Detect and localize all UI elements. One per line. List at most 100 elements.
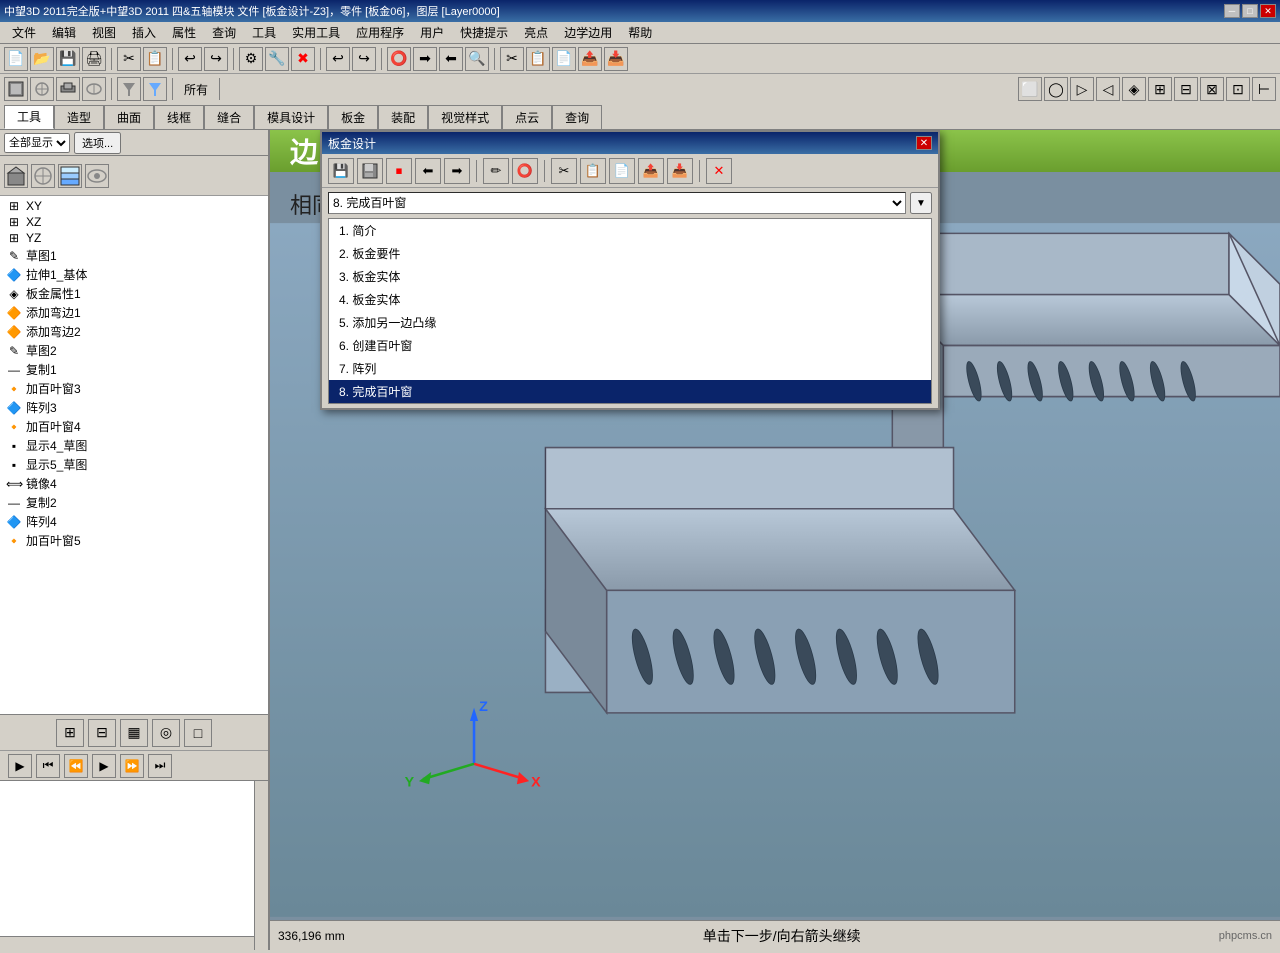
cut-button[interactable]: ✂ bbox=[117, 47, 141, 71]
tree-item-mirror4[interactable]: ⟺ 镜像4 bbox=[2, 474, 266, 493]
feat-btn2[interactable] bbox=[31, 164, 55, 188]
bj-fwd-btn[interactable]: ➡ bbox=[444, 158, 470, 184]
view-btn1[interactable] bbox=[4, 77, 28, 101]
menu-apps[interactable]: 应用程序 bbox=[348, 22, 412, 43]
tree-item-yz[interactable]: ⊞ YZ bbox=[2, 230, 266, 246]
menu-user[interactable]: 用户 bbox=[412, 22, 452, 43]
bj-close-btn2[interactable]: ✕ bbox=[706, 158, 732, 184]
tab-surface[interactable]: 曲面 bbox=[104, 105, 154, 129]
bj-copy-btn[interactable]: 📋 bbox=[580, 158, 606, 184]
settings-button[interactable]: ⚙ bbox=[239, 47, 263, 71]
panel-icon-btn2[interactable]: ⊟ bbox=[88, 719, 116, 747]
print-button[interactable]: 🖨 bbox=[82, 47, 106, 71]
redo2-button[interactable]: ↪ bbox=[352, 47, 376, 71]
tab-sheet[interactable]: 板金 bbox=[328, 105, 378, 129]
tree-item-bend1[interactable]: 🔶 添加弯边1 bbox=[2, 303, 266, 322]
display-filter-select[interactable]: 全部显示 bbox=[4, 133, 70, 153]
menu-query[interactable]: 查询 bbox=[204, 22, 244, 43]
prev-start-btn[interactable]: ⏮ bbox=[36, 754, 60, 778]
tree-item-louver3[interactable]: 🔸 加百叶窗3 bbox=[2, 379, 266, 398]
import-button[interactable]: 📥 bbox=[604, 47, 628, 71]
arrow-right-button[interactable]: ➡ bbox=[413, 47, 437, 71]
bj-cut-btn[interactable]: ✂ bbox=[551, 158, 577, 184]
tab-visual[interactable]: 视觉样式 bbox=[428, 105, 502, 129]
menu-utilities[interactable]: 实用工具 bbox=[284, 22, 348, 43]
bj-import-btn[interactable]: 📥 bbox=[667, 158, 693, 184]
scissors2-button[interactable]: ✂ bbox=[500, 47, 524, 71]
preview-hscrollbar[interactable] bbox=[0, 936, 254, 950]
banjin-item-4[interactable]: 4. 板金实体 bbox=[329, 288, 931, 311]
tree-item-xz[interactable]: ⊞ XZ bbox=[2, 214, 266, 230]
bj-save-btn[interactable]: 💾 bbox=[328, 158, 354, 184]
banjin-item-5[interactable]: 5. 添加另一边凸缘 bbox=[329, 311, 931, 334]
minimize-button[interactable]: ─ bbox=[1224, 4, 1240, 18]
bj-save2-btn[interactable] bbox=[357, 158, 383, 184]
view-btn3[interactable] bbox=[56, 77, 80, 101]
menu-file[interactable]: 文件 bbox=[4, 22, 44, 43]
tree-item-array4[interactable]: 🔷 阵列4 bbox=[2, 512, 266, 531]
view-btn2[interactable] bbox=[30, 77, 54, 101]
extra-btn6[interactable]: ⊞ bbox=[1148, 77, 1172, 101]
open-button[interactable]: 📂 bbox=[30, 47, 54, 71]
tree-item-louver5[interactable]: 🔸 加百叶窗5 bbox=[2, 531, 266, 550]
menu-shortcuts[interactable]: 快捷提示 bbox=[452, 22, 516, 43]
bj-back-btn[interactable]: ⬅ bbox=[415, 158, 441, 184]
tree-item-bend2[interactable]: 🔶 添加弯边2 bbox=[2, 322, 266, 341]
undo-button[interactable]: ↩ bbox=[178, 47, 202, 71]
tree-item-array3[interactable]: 🔷 阵列3 bbox=[2, 398, 266, 417]
panel-icon-btn4[interactable]: ◎ bbox=[152, 719, 180, 747]
redo-button[interactable]: ↪ bbox=[204, 47, 228, 71]
banjin-item-2[interactable]: 2. 板金要件 bbox=[329, 242, 931, 265]
extra-btn2[interactable]: ◯ bbox=[1044, 77, 1068, 101]
menu-properties[interactable]: 属性 bbox=[164, 22, 204, 43]
extra-btn8[interactable]: ⊠ bbox=[1200, 77, 1224, 101]
tab-query[interactable]: 查询 bbox=[552, 105, 602, 129]
save-button[interactable]: 💾 bbox=[56, 47, 80, 71]
doc-button[interactable]: 📄 bbox=[552, 47, 576, 71]
bj-stop-btn[interactable]: ⏹ bbox=[386, 158, 412, 184]
menu-help[interactable]: 帮助 bbox=[620, 22, 660, 43]
export-button[interactable]: 📤 bbox=[578, 47, 602, 71]
tree-item-sketch2[interactable]: ✎ 草图2 bbox=[2, 341, 266, 360]
tab-tools[interactable]: 工具 bbox=[4, 105, 54, 129]
play-btn[interactable]: ▶ bbox=[8, 754, 32, 778]
panel-icon-btn3[interactable]: ▦ bbox=[120, 719, 148, 747]
feat-btn4[interactable] bbox=[85, 164, 109, 188]
bj-circle-btn[interactable]: ⭕ bbox=[512, 158, 538, 184]
tab-wireframe[interactable]: 线框 bbox=[154, 105, 204, 129]
sel-filter-btn2[interactable] bbox=[143, 77, 167, 101]
extra-btn1[interactable]: ⬜ bbox=[1018, 77, 1042, 101]
tree-item-show5[interactable]: ▪ 显示5_草图 bbox=[2, 455, 266, 474]
prev-btn[interactable]: ⏪ bbox=[64, 754, 88, 778]
next-btn[interactable]: ⏩ bbox=[120, 754, 144, 778]
extra-btn7[interactable]: ⊟ bbox=[1174, 77, 1198, 101]
play2-btn[interactable]: ▶ bbox=[92, 754, 116, 778]
copy-button[interactable]: 📋 bbox=[143, 47, 167, 71]
undo2-button[interactable]: ↩ bbox=[326, 47, 350, 71]
view-btn4[interactable] bbox=[82, 77, 106, 101]
tab-stitch[interactable]: 缝合 bbox=[204, 105, 254, 129]
tree-item-louver4[interactable]: 🔸 加百叶窗4 bbox=[2, 417, 266, 436]
tree-item-copy2[interactable]: — 复制2 bbox=[2, 493, 266, 512]
extra-btn4[interactable]: ◁ bbox=[1096, 77, 1120, 101]
close-button[interactable]: ✕ bbox=[1260, 4, 1276, 18]
tree-item-sketch1[interactable]: ✎ 草图1 bbox=[2, 246, 266, 265]
menu-view[interactable]: 视图 bbox=[84, 22, 124, 43]
circle-button[interactable]: ⭕ bbox=[387, 47, 411, 71]
banjin-step-select[interactable]: 8. 完成百叶窗 1. 简介 2. 板金要件 3. 板金实体 4. 板金实体 5… bbox=[328, 192, 906, 214]
new-button[interactable]: 📄 bbox=[4, 47, 28, 71]
menu-learn[interactable]: 边学边用 bbox=[556, 22, 620, 43]
extra-btn10[interactable]: ⊢ bbox=[1252, 77, 1276, 101]
preview-vscrollbar[interactable] bbox=[254, 781, 268, 950]
panel-icon-btn5[interactable]: □ bbox=[184, 719, 212, 747]
sel-filter-btn[interactable] bbox=[117, 77, 141, 101]
tree-item-xy[interactable]: ⊞ XY bbox=[2, 198, 266, 214]
extra-btn9[interactable]: ⊡ bbox=[1226, 77, 1250, 101]
tree-item-copy1[interactable]: — 复制1 bbox=[2, 360, 266, 379]
panel-icon-btn1[interactable]: ⊞ bbox=[56, 719, 84, 747]
banjin-dropdown-btn[interactable]: ▼ bbox=[910, 192, 932, 214]
menu-highlights[interactable]: 亮点 bbox=[516, 22, 556, 43]
extra-btn5[interactable]: ◈ bbox=[1122, 77, 1146, 101]
feat-btn3[interactable] bbox=[58, 164, 82, 188]
wrench-button[interactable]: 🔧 bbox=[265, 47, 289, 71]
